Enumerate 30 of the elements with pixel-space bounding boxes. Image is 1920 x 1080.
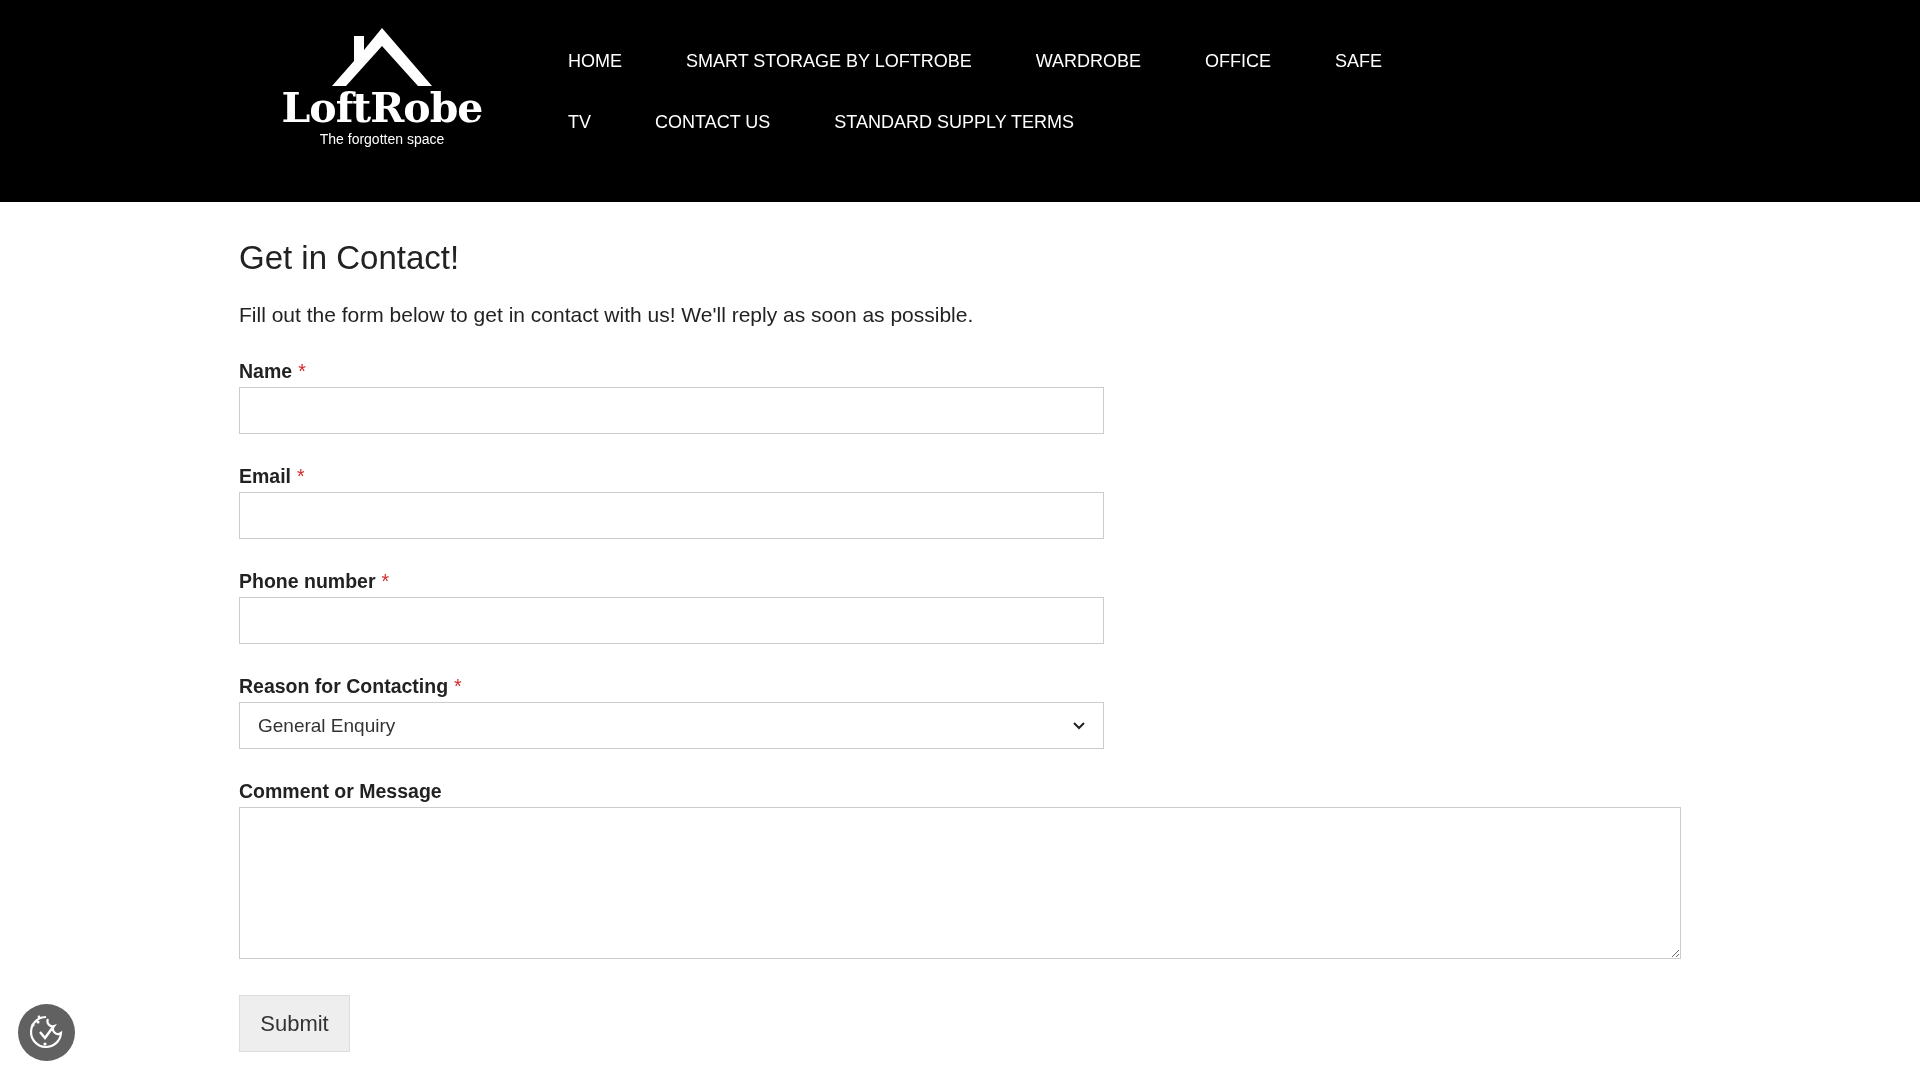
text-input-field[interactable] [239,492,1104,539]
nav-link[interactable]: SAFE [1335,50,1383,73]
required-marker: * [454,674,462,698]
nav-link[interactable]: TV [568,111,591,134]
required-marker: * [297,464,305,488]
dropdown-field[interactable]: General Enquiry [239,702,1104,749]
field-label: Name [239,359,293,383]
required-marker: * [298,359,306,383]
field-label: Reason for Contacting [239,674,449,698]
brand-name: LoftRobe [281,86,483,130]
nav-link[interactable]: WARDROBE [1035,50,1142,73]
required-marker: * [381,569,390,593]
cookie-consent-icon[interactable] [18,1004,75,1061]
field-label: Email [239,464,292,488]
intro-text: Fill out the form below to get in contact with us! We'll reply as soon as possible. [239,302,975,328]
nav-link[interactable]: CONTACT US [655,111,771,134]
text-input-field[interactable] [239,387,1104,434]
nav-link[interactable]: SMART STORAGE BY LOFTROBE [686,50,972,73]
house-roof-icon [332,28,432,88]
text-input-field[interactable] [239,597,1104,644]
submit-button[interactable]: Submit [239,995,350,1052]
chevron-down-icon [1073,721,1085,730]
nav-link[interactable]: OFFICE [1205,50,1272,73]
message-textarea[interactable] [239,807,1681,959]
field-label: Comment or Message [239,779,442,803]
nav-link[interactable]: STANDARD SUPPLY TERMS [834,111,1075,134]
nav-link[interactable]: HOME [568,50,622,73]
brand-tagline: The forgotten space [319,130,445,148]
page-heading: Get in Contact! [239,238,461,278]
field-label: Phone number [239,569,376,593]
